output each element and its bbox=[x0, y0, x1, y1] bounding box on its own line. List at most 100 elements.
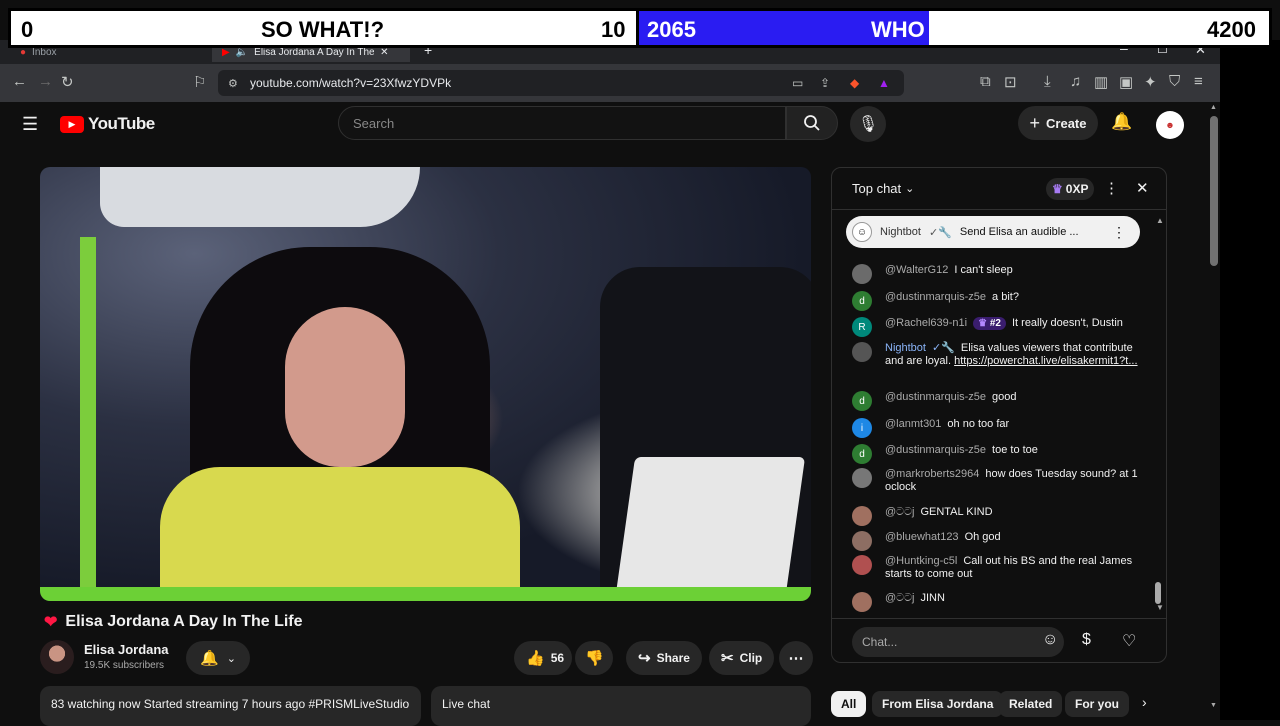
hamburger-menu-icon[interactable]: ☰ bbox=[22, 114, 38, 135]
clip-button[interactable]: ✂ Clip bbox=[709, 641, 775, 675]
scroll-up-icon[interactable]: ▲ bbox=[1210, 104, 1217, 111]
menu-icon[interactable]: ≡ bbox=[1194, 73, 1203, 90]
voice-search-button[interactable]: 🎙 bbox=[850, 106, 886, 142]
chip-all[interactable]: All bbox=[831, 691, 867, 717]
chat-input[interactable]: Chat... bbox=[852, 627, 1064, 657]
scroll-down-icon[interactable]: ▼ bbox=[1156, 603, 1164, 612]
sidebar-icon[interactable]: ▥ bbox=[1094, 73, 1108, 91]
chat-author-avatar[interactable]: d bbox=[852, 291, 872, 311]
leo-ai-icon[interactable]: ✦ bbox=[1144, 73, 1157, 91]
subscription-bell-button[interactable]: 🔔 ⌄ bbox=[186, 641, 250, 675]
screenshot-icon[interactable]: ⊡ bbox=[1004, 73, 1017, 91]
vpn-icon[interactable]: ⛉ bbox=[1169, 73, 1180, 90]
cast-icon[interactable]: ▭ bbox=[792, 76, 803, 90]
share-icon[interactable]: ⇪ bbox=[820, 76, 830, 90]
chat-author-name[interactable]: @bluewhat123 bbox=[885, 531, 959, 543]
search-button[interactable] bbox=[786, 106, 838, 140]
super-chat-icon[interactable]: $ bbox=[1082, 631, 1091, 649]
notifications-bell-icon[interactable]: 🔔 bbox=[1111, 112, 1132, 132]
search-input[interactable]: Search bbox=[338, 106, 786, 140]
more-actions-button[interactable]: ⋯ bbox=[779, 641, 813, 675]
chat-author-name[interactable]: @Rachel639-n1i bbox=[885, 317, 967, 329]
chat-message[interactable]: i @lanmt301 oh no too far bbox=[852, 418, 1142, 438]
chat-author-avatar[interactable]: i bbox=[852, 418, 872, 438]
video-player[interactable] bbox=[40, 167, 811, 601]
extensions-icon[interactable]: ⧉ bbox=[980, 73, 991, 90]
music-icon[interactable]: ♫ bbox=[1070, 73, 1081, 90]
live-chat-replay-box[interactable]: Live chat bbox=[431, 686, 811, 726]
top-chat-dropdown[interactable]: Top chat ⌄ bbox=[852, 181, 914, 196]
chat-message[interactable]: @Huntking-c5l Call out his BS and the rea… bbox=[852, 555, 1142, 581]
channel-avatar[interactable] bbox=[40, 640, 74, 674]
wallet-icon[interactable]: ▣ bbox=[1119, 73, 1133, 91]
chat-author-name[interactable]: @lanmt301 bbox=[885, 418, 941, 430]
chat-author-avatar[interactable] bbox=[852, 264, 872, 284]
scroll-up-icon[interactable]: ▲ bbox=[1156, 216, 1164, 225]
close-tab-icon[interactable]: ✕ bbox=[380, 47, 388, 58]
chat-message[interactable]: Nightbot ✓🔧 Elisa values viewers that cont… bbox=[852, 342, 1142, 368]
brave-rewards-icon[interactable]: ▲ bbox=[878, 76, 890, 90]
share-button[interactable]: ↪ Share bbox=[626, 641, 702, 675]
account-avatar[interactable]: ☻ bbox=[1156, 111, 1184, 139]
chat-message[interactable]: d @dustinmarquis-z5e good bbox=[852, 391, 1142, 411]
chat-author-avatar[interactable]: d bbox=[852, 391, 872, 411]
chat-author-avatar[interactable]: R bbox=[852, 317, 872, 337]
scroll-thumb[interactable] bbox=[1210, 116, 1218, 266]
chat-author-avatar[interactable] bbox=[852, 531, 872, 551]
forward-icon[interactable]: → bbox=[38, 73, 53, 90]
scroll-down-icon[interactable]: ▼ bbox=[1210, 702, 1217, 709]
chat-author-avatar[interactable] bbox=[852, 342, 872, 362]
chip-from-channel[interactable]: From Elisa Jordana bbox=[872, 691, 1004, 717]
chat-author-name[interactable]: @markroberts2964 bbox=[885, 468, 979, 480]
chat-message[interactable]: @bluewhat123 Oh god bbox=[852, 531, 1142, 551]
chat-message[interactable]: d @dustinmarquis-z5e toe to toe bbox=[852, 444, 1142, 464]
chat-author-name[interactable]: @ටටj bbox=[885, 506, 914, 518]
like-button[interactable]: 👍 56 bbox=[514, 641, 572, 675]
youtube-logo[interactable]: ▶ YouTube bbox=[60, 114, 155, 134]
create-button[interactable]: + Create bbox=[1018, 106, 1098, 140]
chat-author-name[interactable]: @dustinmarquis-z5e bbox=[885, 391, 986, 403]
chip-related[interactable]: Related bbox=[999, 691, 1063, 717]
bookmark-icon[interactable]: ⚐ bbox=[193, 73, 206, 91]
chat-author-avatar[interactable] bbox=[852, 592, 872, 612]
back-icon[interactable]: ← bbox=[12, 73, 27, 90]
xp-badge[interactable]: ♛ 0XP bbox=[1046, 178, 1095, 200]
chat-author-avatar[interactable] bbox=[852, 555, 872, 575]
chat-message[interactable]: @ටටj GENTAL KIND bbox=[852, 506, 1142, 526]
chat-scrollbar[interactable]: ▲ ▼ bbox=[1154, 216, 1164, 612]
chat-message[interactable]: d @dustinmarquis-z5e a bit? bbox=[852, 291, 1142, 311]
chip-for-you[interactable]: For you bbox=[1065, 691, 1129, 717]
chat-author-avatar[interactable] bbox=[852, 468, 872, 488]
dislike-button[interactable]: 👎 bbox=[575, 641, 613, 675]
close-chat-icon[interactable]: ✕ bbox=[1136, 179, 1149, 197]
chat-author-name[interactable]: @Huntking-c5l bbox=[885, 555, 957, 567]
brave-shield-icon[interactable]: ◆ bbox=[850, 76, 859, 90]
chat-author-name[interactable]: Nightbot bbox=[885, 342, 926, 354]
chat-author-name[interactable]: @WalterG12 bbox=[885, 264, 948, 276]
emoji-icon[interactable]: ☺ bbox=[1042, 631, 1058, 649]
chat-author-name[interactable]: @dustinmarquis-z5e bbox=[885, 291, 986, 303]
chat-message[interactable]: @ටටj JINN bbox=[852, 592, 1142, 612]
chat-message[interactable]: R @Rachel639-n1i ♛ #2 It really doesn't, Du… bbox=[852, 317, 1142, 337]
heart-reaction-icon[interactable]: ♡ bbox=[1122, 631, 1136, 651]
chat-message[interactable]: @markroberts2964 how does Tuesday sound? … bbox=[852, 468, 1142, 494]
chat-author-avatar[interactable]: d bbox=[852, 444, 872, 464]
chat-author-name[interactable]: @ටටj bbox=[885, 592, 914, 604]
chat-link[interactable]: https://powerchat.live/elisakermit1?t... bbox=[954, 355, 1137, 367]
thumbs-down-icon: 👎 bbox=[585, 650, 604, 667]
description-box[interactable]: 83 watching now Started streaming 7 hour… bbox=[40, 686, 421, 726]
reload-icon[interactable]: ↻ bbox=[61, 73, 74, 91]
chat-message[interactable]: @WalterG12 I can't sleep bbox=[852, 264, 1142, 284]
chat-author-name[interactable]: @dustinmarquis-z5e bbox=[885, 444, 986, 456]
channel-name[interactable]: Elisa Jordana bbox=[84, 642, 169, 657]
site-info-icon[interactable]: ⚙ bbox=[228, 77, 238, 90]
pinned-message[interactable]: ☺ Nightbot ✓🔧 Send Elisa an audible ... … bbox=[846, 216, 1140, 248]
chat-author-avatar[interactable] bbox=[852, 506, 872, 526]
page-scrollbar[interactable]: ▲ ▼ bbox=[1208, 102, 1220, 720]
download-icon[interactable]: ⤓ bbox=[1044, 73, 1051, 90]
more-vertical-icon[interactable]: ⋮ bbox=[1104, 179, 1119, 197]
url-bar[interactable]: ⚙ youtube.com/watch?v=23XfwzYDVPk ▭ ⇪ ◆ … bbox=[218, 70, 904, 96]
more-vertical-icon[interactable]: ⋮ bbox=[1112, 224, 1126, 241]
chevron-right-icon[interactable]: › bbox=[1142, 694, 1147, 710]
scroll-thumb[interactable] bbox=[1155, 582, 1161, 604]
